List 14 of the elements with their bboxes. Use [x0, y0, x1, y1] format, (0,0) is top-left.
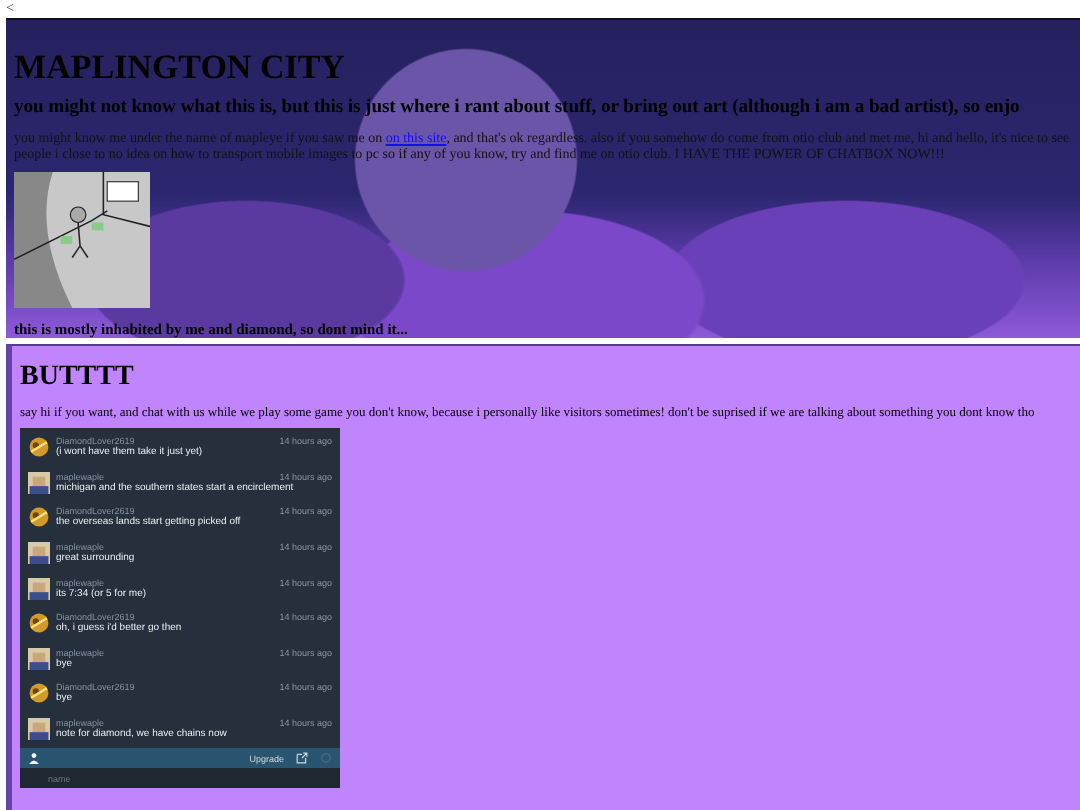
- avatar-icon: [28, 682, 50, 705]
- avatar-icon: [28, 577, 50, 600]
- avatar-icon: [28, 542, 50, 565]
- person-icon[interactable]: [28, 752, 40, 765]
- avatar-icon: [28, 436, 50, 459]
- avatar-icon: [28, 647, 50, 670]
- avatar-icon: [28, 718, 50, 741]
- sketch-drawing: [14, 172, 150, 308]
- avatar-icon: [28, 612, 50, 635]
- section-title: BUTTTT: [20, 362, 136, 394]
- avatar-icon: [28, 471, 50, 494]
- external-link-icon[interactable]: [296, 752, 308, 765]
- avatar-icon: [28, 506, 50, 529]
- page-title: MAPLINGTON CITY: [14, 48, 347, 88]
